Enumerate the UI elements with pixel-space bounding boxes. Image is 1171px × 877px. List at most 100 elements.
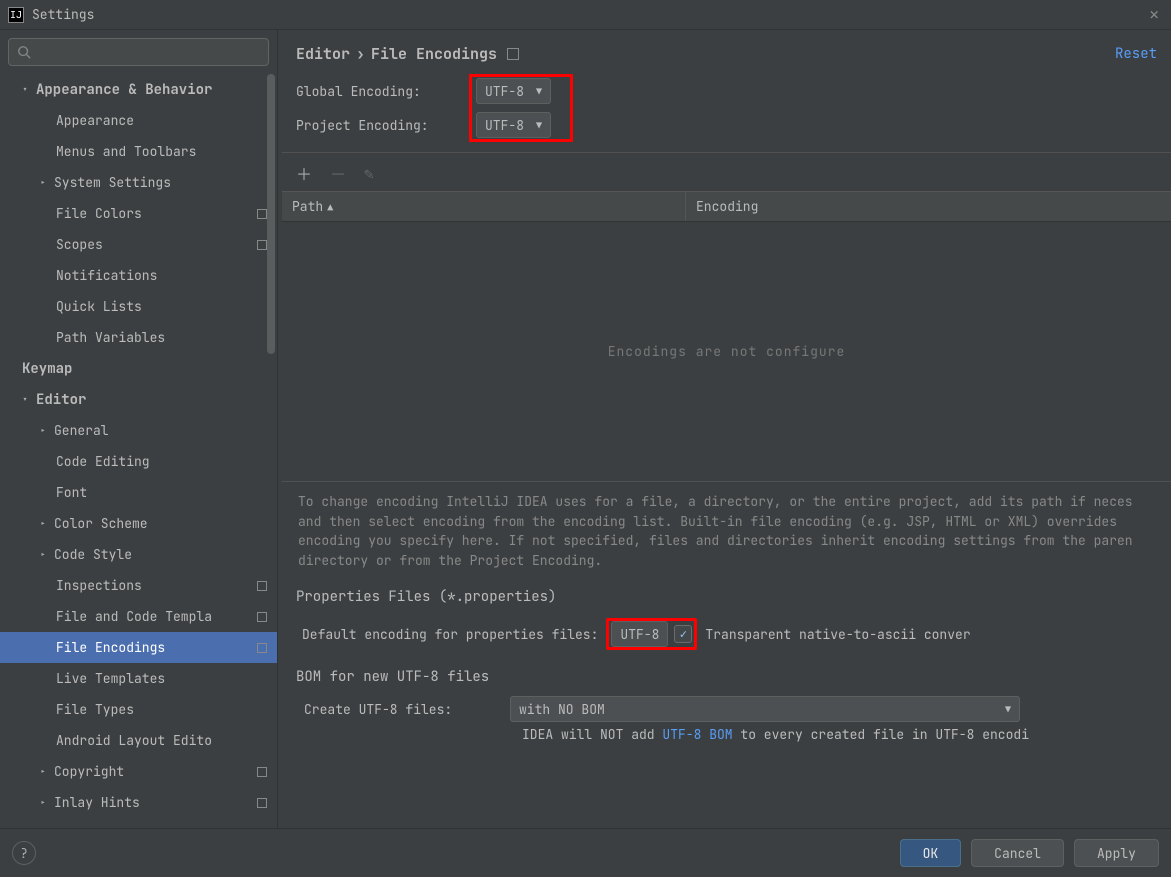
- window-title: Settings: [32, 6, 1145, 23]
- properties-section-title: Properties Files (*.properties): [278, 580, 1171, 606]
- breadcrumb-parent[interactable]: Editor: [296, 44, 350, 64]
- tree-item-label: Inspections: [56, 577, 142, 594]
- tree-item-file-and-code-templa[interactable]: File and Code Templa: [0, 601, 277, 632]
- tree-item-label: Scopes: [56, 236, 103, 253]
- tree-item-editor[interactable]: ▾Editor: [0, 384, 277, 415]
- footer: ? OK Cancel Apply: [0, 828, 1171, 877]
- create-utf8-combo[interactable]: with NO BOM ▼: [510, 696, 1020, 722]
- tree-item-label: File Colors: [56, 205, 142, 222]
- tree-item-inspections[interactable]: Inspections: [0, 570, 277, 601]
- cancel-button[interactable]: Cancel: [971, 839, 1064, 867]
- project-scope-icon: [257, 209, 267, 219]
- global-encoding-label: Global Encoding:: [296, 83, 476, 100]
- tree-item-label: Color Scheme: [54, 515, 148, 532]
- project-encoding-combo[interactable]: UTF-8 ▼: [476, 112, 551, 138]
- tree-item-label: Menus and Toolbars: [56, 143, 196, 160]
- search-input[interactable]: [8, 38, 269, 66]
- tree-item-live-templates[interactable]: Live Templates: [0, 663, 277, 694]
- project-scope-icon: [257, 612, 267, 622]
- tree-item-label: Editor: [36, 391, 86, 409]
- tree-item-system-settings[interactable]: ▸System Settings: [0, 167, 277, 198]
- scrollbar[interactable]: [267, 74, 275, 813]
- main-header: Editor › File Encodings Reset: [278, 30, 1171, 74]
- chevron-icon: ▸: [40, 176, 54, 189]
- chevron-icon: ▾: [22, 393, 36, 406]
- tree-item-file-encodings[interactable]: File Encodings: [0, 632, 277, 663]
- tree-item-label: Android Layout Edito: [56, 732, 212, 749]
- table-toolbar: ＋ － ✎: [282, 152, 1171, 191]
- tree-item-android-layout-edito[interactable]: Android Layout Edito: [0, 725, 277, 756]
- project-encoding-value: UTF-8: [485, 117, 524, 134]
- chevron-icon: ▸: [40, 424, 54, 437]
- tree-item-label: File and Code Templa: [56, 608, 212, 625]
- bom-note: IDEA will NOT add UTF-8 BOM to every cre…: [296, 726, 1171, 743]
- table-header: Path▲ Encoding: [282, 191, 1171, 222]
- chevron-down-icon: ▼: [536, 119, 542, 132]
- settings-tree[interactable]: ▾Appearance & Behavior Appearance Menus an…: [0, 74, 277, 828]
- chevron-icon: ▸: [40, 517, 54, 530]
- tree-item-label: Font: [56, 484, 87, 501]
- tree-item-notifications[interactable]: Notifications: [0, 260, 277, 291]
- add-icon[interactable]: ＋: [296, 161, 312, 185]
- tree-item-label: Path Variables: [56, 329, 165, 346]
- column-encoding[interactable]: Encoding: [686, 192, 1171, 221]
- app-icon: IJ: [8, 7, 24, 23]
- create-utf8-label: Create UTF-8 files:: [304, 701, 500, 718]
- tree-item-copyright[interactable]: ▸Copyright: [0, 756, 277, 787]
- tree-item-path-variables[interactable]: Path Variables: [0, 322, 277, 353]
- chevron-icon: ▸: [40, 765, 54, 778]
- remove-icon[interactable]: －: [330, 161, 346, 185]
- tree-item-label: Code Style: [54, 546, 132, 563]
- help-button[interactable]: ?: [12, 841, 36, 865]
- tree-item-menus-and-toolbars[interactable]: Menus and Toolbars: [0, 136, 277, 167]
- tree-item-inlay-hints[interactable]: ▸Inlay Hints: [0, 787, 277, 818]
- tree-item-label: Live Templates: [56, 670, 165, 687]
- tree-item-code-style[interactable]: ▸Code Style: [0, 539, 277, 570]
- tree-item-label: Inlay Hints: [54, 794, 140, 811]
- properties-encoding-combo[interactable]: UTF-8: [611, 621, 668, 647]
- chevron-icon: ▾: [22, 83, 36, 96]
- create-utf8-value: with NO BOM: [519, 701, 605, 718]
- table-empty-text: Encodings are not configure: [608, 343, 846, 360]
- tree-item-file-types[interactable]: File Types: [0, 694, 277, 725]
- project-scope-icon: [257, 798, 267, 808]
- tree-item-keymap[interactable]: Keymap: [0, 353, 277, 384]
- tree-item-code-editing[interactable]: Code Editing: [0, 446, 277, 477]
- tree-item-label: System Settings: [54, 174, 171, 191]
- tree-item-appearance-behavior[interactable]: ▾Appearance & Behavior: [0, 74, 277, 105]
- properties-default-label: Default encoding for properties files:: [302, 626, 598, 643]
- global-encoding-value: UTF-8: [485, 83, 524, 100]
- reset-link[interactable]: Reset: [1115, 45, 1157, 63]
- breadcrumb-separator: ›: [356, 44, 365, 64]
- highlight-annotation: UTF-8: [606, 618, 697, 650]
- utf8-bom-link[interactable]: UTF-8 BOM: [662, 726, 732, 743]
- apply-button[interactable]: Apply: [1074, 839, 1159, 867]
- table-body: Encodings are not configure: [282, 222, 1171, 482]
- main-panel: Editor › File Encodings Reset Global Enc…: [278, 30, 1171, 828]
- tree-item-label: Appearance: [56, 112, 134, 129]
- breadcrumb-current: File Encodings: [371, 44, 497, 64]
- column-path[interactable]: Path▲: [282, 192, 686, 221]
- global-encoding-combo[interactable]: UTF-8 ▼: [476, 78, 551, 104]
- transparent-ascii-checkbox[interactable]: [674, 625, 692, 643]
- tree-item-quick-lists[interactable]: Quick Lists: [0, 291, 277, 322]
- properties-encoding-value: UTF-8: [620, 626, 659, 643]
- edit-icon[interactable]: ✎: [364, 163, 374, 184]
- chevron-icon: ▸: [40, 796, 54, 809]
- tree-item-appearance[interactable]: Appearance: [0, 105, 277, 136]
- tree-item-file-colors[interactable]: File Colors: [0, 198, 277, 229]
- tree-item-color-scheme[interactable]: ▸Color Scheme: [0, 508, 277, 539]
- tree-item-label: Copyright: [54, 763, 124, 780]
- search-icon: [17, 45, 31, 59]
- ok-button[interactable]: OK: [900, 839, 962, 867]
- window-body: ▾Appearance & Behavior Appearance Menus an…: [0, 30, 1171, 828]
- titlebar: IJ Settings ✕: [0, 0, 1171, 30]
- tree-item-general[interactable]: ▸General: [0, 415, 277, 446]
- tree-item-label: Keymap: [22, 360, 72, 378]
- tree-item-font[interactable]: Font: [0, 477, 277, 508]
- project-scope-icon: [257, 643, 267, 653]
- tree-item-scopes[interactable]: Scopes: [0, 229, 277, 260]
- scroll-thumb[interactable]: [267, 74, 275, 354]
- tree-item-label: Quick Lists: [56, 298, 142, 315]
- close-icon[interactable]: ✕: [1145, 4, 1163, 25]
